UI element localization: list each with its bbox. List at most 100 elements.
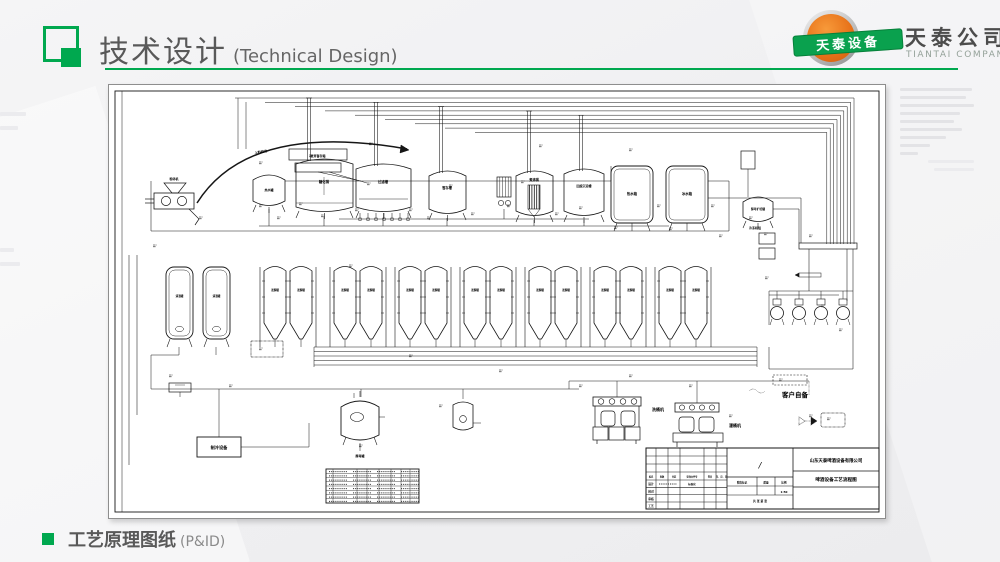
svg-text:处数: 处数	[659, 475, 665, 479]
ghost-bar	[900, 120, 954, 123]
vessel-whirlpool: 回旋沉淀槽	[564, 115, 604, 223]
heat-exchanger	[497, 177, 511, 206]
svg-text:麦芽暂存箱: 麦芽暂存箱	[310, 153, 325, 158]
svg-text:审核: 审核	[648, 497, 654, 501]
svg-text:/: /	[758, 461, 763, 470]
grist-case: 麦芽暂存箱	[289, 149, 367, 183]
svg-text:共 张 第 张: 共 张 第 张	[753, 499, 767, 503]
fermenter-manifold	[314, 347, 757, 367]
ghost-bar	[900, 104, 974, 107]
svg-text:客户自备: 客户自备	[781, 390, 809, 399]
ghost-bar	[0, 248, 14, 252]
svg-text:1:50: 1:50	[781, 490, 788, 494]
bom-table	[326, 469, 419, 503]
svg-text:酵母扩培罐: 酵母扩培罐	[751, 207, 765, 211]
svg-text:冷冻机组: 冷冻机组	[749, 225, 761, 230]
svg-text:清酒罐: 清酒罐	[175, 294, 184, 298]
svg-text:灌桶机: 灌桶机	[729, 422, 741, 428]
yeast-dosing-tank: 酵母罐	[341, 389, 385, 458]
annotation-noise	[153, 143, 843, 447]
svg-text:发酵罐: 发酵罐	[665, 288, 674, 292]
svg-text:清酒罐: 清酒罐	[212, 294, 221, 298]
vessel-lauter: 过滤槽	[356, 102, 411, 220]
svg-text:发酵罐: 发酵罐	[431, 288, 440, 292]
pid-drawing: 粉碎机上料绞龙麦芽暂存箱热水罐糖化锅过滤槽暂存槽煮沸锅回旋沉淀槽热水箱冰水箱酵母…	[109, 85, 885, 518]
customer-supplied: 客户自备	[749, 375, 845, 427]
vessel-hot-water: 热水罐	[253, 175, 285, 213]
svg-text:校对: 校对	[648, 490, 654, 494]
footer-caption-zh: 工艺原理图纸	[68, 530, 176, 551]
tank-hot-water: 热水箱	[611, 166, 653, 231]
svg-text:啤酒设备工艺流程图: 啤酒设备工艺流程图	[815, 476, 857, 483]
svg-text:发酵罐: 发酵罐	[366, 288, 375, 292]
svg-text:暂存槽: 暂存槽	[442, 185, 452, 190]
page-title-zh: 技术设计	[99, 35, 227, 70]
footer-caption-en: (P&ID)	[180, 534, 225, 550]
svg-text:回旋沉淀槽: 回旋沉淀槽	[576, 183, 591, 188]
svg-text:酵母罐: 酵母罐	[355, 453, 364, 458]
svg-text:阶段标记: 阶段标记	[737, 481, 748, 485]
svg-text:发酵罐: 发酵罐	[600, 288, 609, 292]
utility-box	[251, 341, 283, 357]
svg-text:发酵罐: 发酵罐	[535, 288, 544, 292]
vessel-mash: 糖化锅	[296, 98, 353, 219]
logo-banner-text: 天泰设备	[815, 31, 880, 54]
svg-text:热水罐: 热水罐	[264, 187, 273, 192]
ghost-bar	[900, 112, 960, 115]
bright-beer-tanks: 清酒罐 清酒罐	[151, 267, 230, 389]
ghost-bar	[0, 112, 26, 116]
svg-text:冰水箱: 冰水箱	[682, 191, 693, 196]
svg-text:上料绞龙: 上料绞龙	[254, 148, 268, 155]
svg-text:签名: 签名	[707, 475, 712, 479]
svg-text:山东天泰啤酒设备有限公司: 山东天泰啤酒设备有限公司	[810, 457, 863, 464]
logo-company-zh: 天泰公司	[905, 22, 1000, 52]
svg-text:发酵罐: 发酵罐	[405, 288, 414, 292]
svg-text:糖化锅: 糖化锅	[319, 179, 330, 184]
svg-text:制冷设备: 制冷设备	[211, 444, 229, 451]
malt-mill: 粉碎机	[145, 176, 199, 225]
svg-text:设计: 设计	[648, 482, 654, 486]
footer-caption: 工艺原理图纸(P&ID)	[68, 526, 225, 552]
svg-text:标准化: 标准化	[687, 482, 696, 486]
svg-text:过滤槽: 过滤槽	[378, 179, 389, 184]
company-logo: 天泰设备 天泰公司 TIANTAI COMPANY	[793, 10, 963, 68]
svg-text:年、月、日: 年、月、日	[716, 475, 727, 479]
cooling-box: 制冷设备	[197, 389, 309, 457]
svg-text:分区: 分区	[672, 475, 677, 479]
ghost-bar	[900, 88, 972, 91]
vessel-kettle: 煮沸锅	[516, 111, 553, 223]
svg-text:发酵罐: 发酵罐	[296, 288, 305, 292]
svg-text:发酵罐: 发酵罐	[470, 288, 479, 292]
svg-text:发酵罐: 发酵罐	[340, 288, 349, 292]
logo-company-en: TIANTAI COMPANY	[906, 50, 1000, 60]
page-title: 技术设计 (Technical Design)	[99, 27, 398, 71]
ghost-bar	[900, 96, 966, 99]
svg-text:热水箱: 热水箱	[627, 191, 638, 196]
ghost-bar	[928, 160, 974, 163]
ghost-bar	[900, 128, 962, 131]
ghost-bar	[900, 144, 930, 147]
svg-text:标记: 标记	[648, 475, 654, 479]
presentation-slide: 技术设计 (Technical Design) 天泰设备 天泰公司 TIANTAI…	[0, 0, 1000, 562]
page-title-en: (Technical Design)	[233, 46, 398, 67]
title-block: 山东天泰啤酒设备有限公司啤酒设备工艺流程图 / 阶段标记 质量 比例 1:50 共 张 第 …	[646, 448, 879, 509]
svg-text:粉碎机: 粉碎机	[169, 176, 178, 181]
title-square-fill-icon	[61, 48, 81, 67]
svg-text:工艺: 工艺	[648, 504, 654, 508]
ghost-bar	[0, 262, 20, 266]
yeast-tank: 酵母扩培罐冷冻机组	[741, 151, 775, 259]
svg-text:比例: 比例	[781, 481, 787, 485]
footer-bullet-icon	[42, 533, 54, 545]
fermenters: 发酵罐发酵罐发酵罐发酵罐发酵罐发酵罐发酵罐发酵罐发酵罐发酵罐发酵罐发酵罐发酵罐发…	[260, 267, 711, 348]
cip-line	[151, 383, 579, 397]
top-pipe-headers	[235, 98, 857, 369]
svg-text:发酵罐: 发酵罐	[496, 288, 505, 292]
ghost-bar	[900, 136, 946, 139]
header-divider	[105, 68, 958, 70]
svg-text:发酵罐: 发酵罐	[626, 288, 635, 292]
small-vessel	[453, 389, 481, 430]
glycol-pump-cluster	[769, 273, 853, 325]
svg-text:质量: 质量	[762, 481, 769, 485]
svg-text:发酵罐: 发酵罐	[270, 288, 279, 292]
svg-text:发酵罐: 发酵罐	[561, 288, 570, 292]
